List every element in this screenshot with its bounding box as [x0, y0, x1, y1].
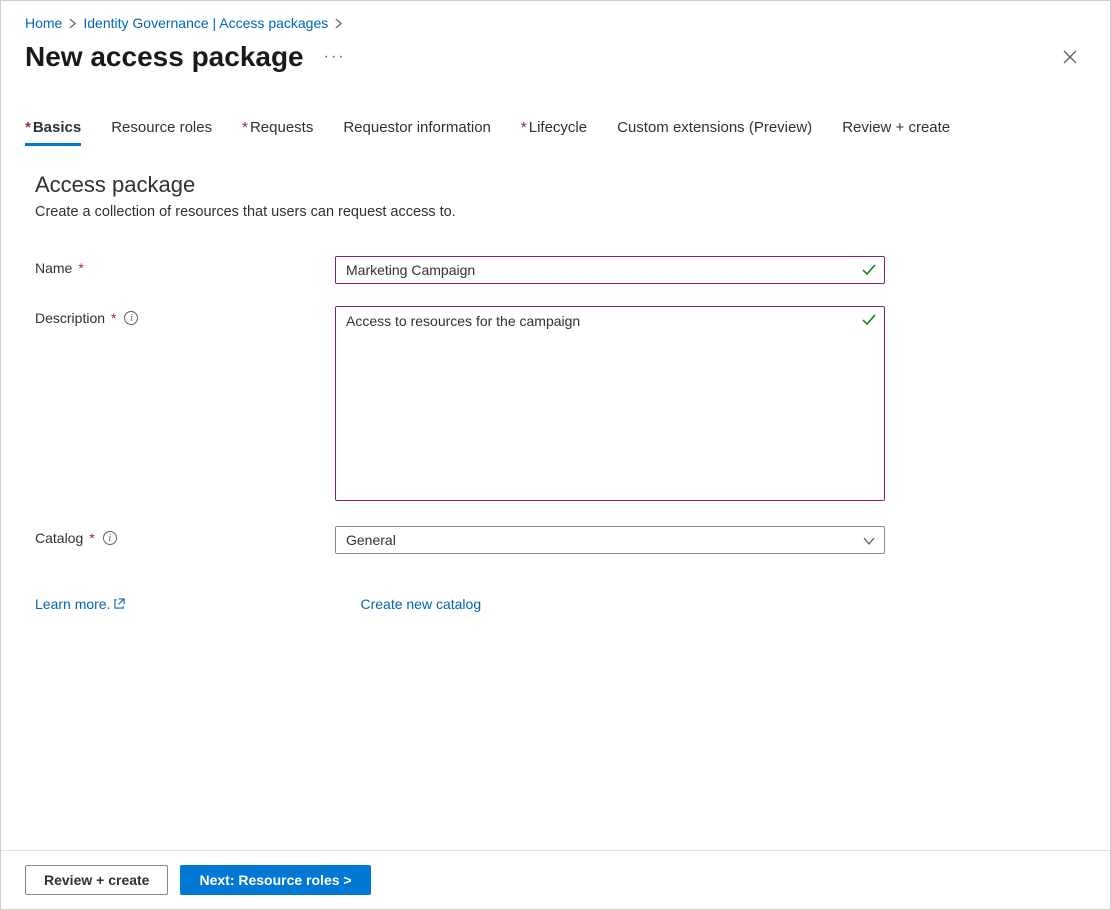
checkmark-icon [861, 262, 877, 281]
chevron-right-icon [334, 19, 343, 28]
required-icon: * [242, 119, 248, 136]
chevron-right-icon [68, 19, 77, 28]
required-icon: * [111, 310, 116, 326]
tab-label: Requestor information [343, 119, 491, 136]
tab-label: Lifecycle [529, 119, 587, 136]
required-icon: * [521, 119, 527, 136]
form-row-description: Description * i [35, 306, 1076, 504]
name-input[interactable] [335, 256, 885, 284]
close-button[interactable] [1054, 41, 1086, 73]
info-icon[interactable]: i [124, 311, 138, 325]
close-icon [1063, 50, 1077, 64]
tab-review-create[interactable]: Review + create [842, 119, 950, 146]
tab-basics[interactable]: *Basics [25, 119, 81, 146]
content-area: Access package Create a collection of re… [1, 146, 1110, 850]
label-text: Name [35, 260, 72, 276]
required-icon: * [25, 119, 31, 136]
tab-strip: *Basics Resource roles *Requests Request… [1, 83, 1110, 146]
tab-custom-extensions[interactable]: Custom extensions (Preview) [617, 119, 812, 146]
tab-lifecycle[interactable]: *Lifecycle [521, 119, 587, 146]
tab-label: Review + create [842, 119, 950, 136]
create-new-catalog-link[interactable]: Create new catalog [360, 596, 481, 612]
blade-panel: Home Identity Governance | Access packag… [0, 0, 1111, 910]
external-link-icon [114, 596, 125, 612]
header: New access package ··· [1, 37, 1110, 83]
checkmark-icon [861, 312, 877, 331]
page-title: New access package [25, 41, 304, 73]
links-row: Learn more. Create new catalog [35, 576, 1076, 612]
tab-label: Custom extensions (Preview) [617, 119, 812, 136]
label-catalog: Catalog * i [35, 526, 335, 546]
catalog-select[interactable] [335, 526, 885, 554]
label-name: Name * [35, 256, 335, 276]
tab-resource-roles[interactable]: Resource roles [111, 119, 212, 146]
tab-label: Requests [250, 119, 313, 136]
tab-requests[interactable]: *Requests [242, 119, 313, 146]
next-button[interactable]: Next: Resource roles > [180, 865, 370, 895]
link-text: Learn more. [35, 596, 110, 612]
learn-more-link[interactable]: Learn more. [35, 596, 125, 612]
required-icon: * [78, 260, 83, 276]
tab-label: Basics [33, 119, 81, 136]
form-row-catalog: Catalog * i [35, 526, 1076, 554]
breadcrumb: Home Identity Governance | Access packag… [1, 1, 1110, 37]
section-description: Create a collection of resources that us… [35, 204, 1076, 220]
tab-requestor-info[interactable]: Requestor information [343, 119, 491, 146]
label-description: Description * i [35, 306, 335, 326]
label-text: Catalog [35, 530, 83, 546]
form-row-name: Name * [35, 256, 1076, 284]
breadcrumb-home[interactable]: Home [25, 15, 62, 31]
footer: Review + create Next: Resource roles > [1, 850, 1110, 909]
description-input[interactable] [335, 306, 885, 501]
label-text: Description [35, 310, 105, 326]
tab-label: Resource roles [111, 119, 212, 136]
more-actions-button[interactable]: ··· [324, 48, 346, 66]
review-create-button[interactable]: Review + create [25, 865, 168, 895]
section-title: Access package [35, 172, 1076, 198]
required-icon: * [89, 530, 94, 546]
breadcrumb-governance[interactable]: Identity Governance | Access packages [83, 15, 328, 31]
info-icon[interactable]: i [103, 531, 117, 545]
